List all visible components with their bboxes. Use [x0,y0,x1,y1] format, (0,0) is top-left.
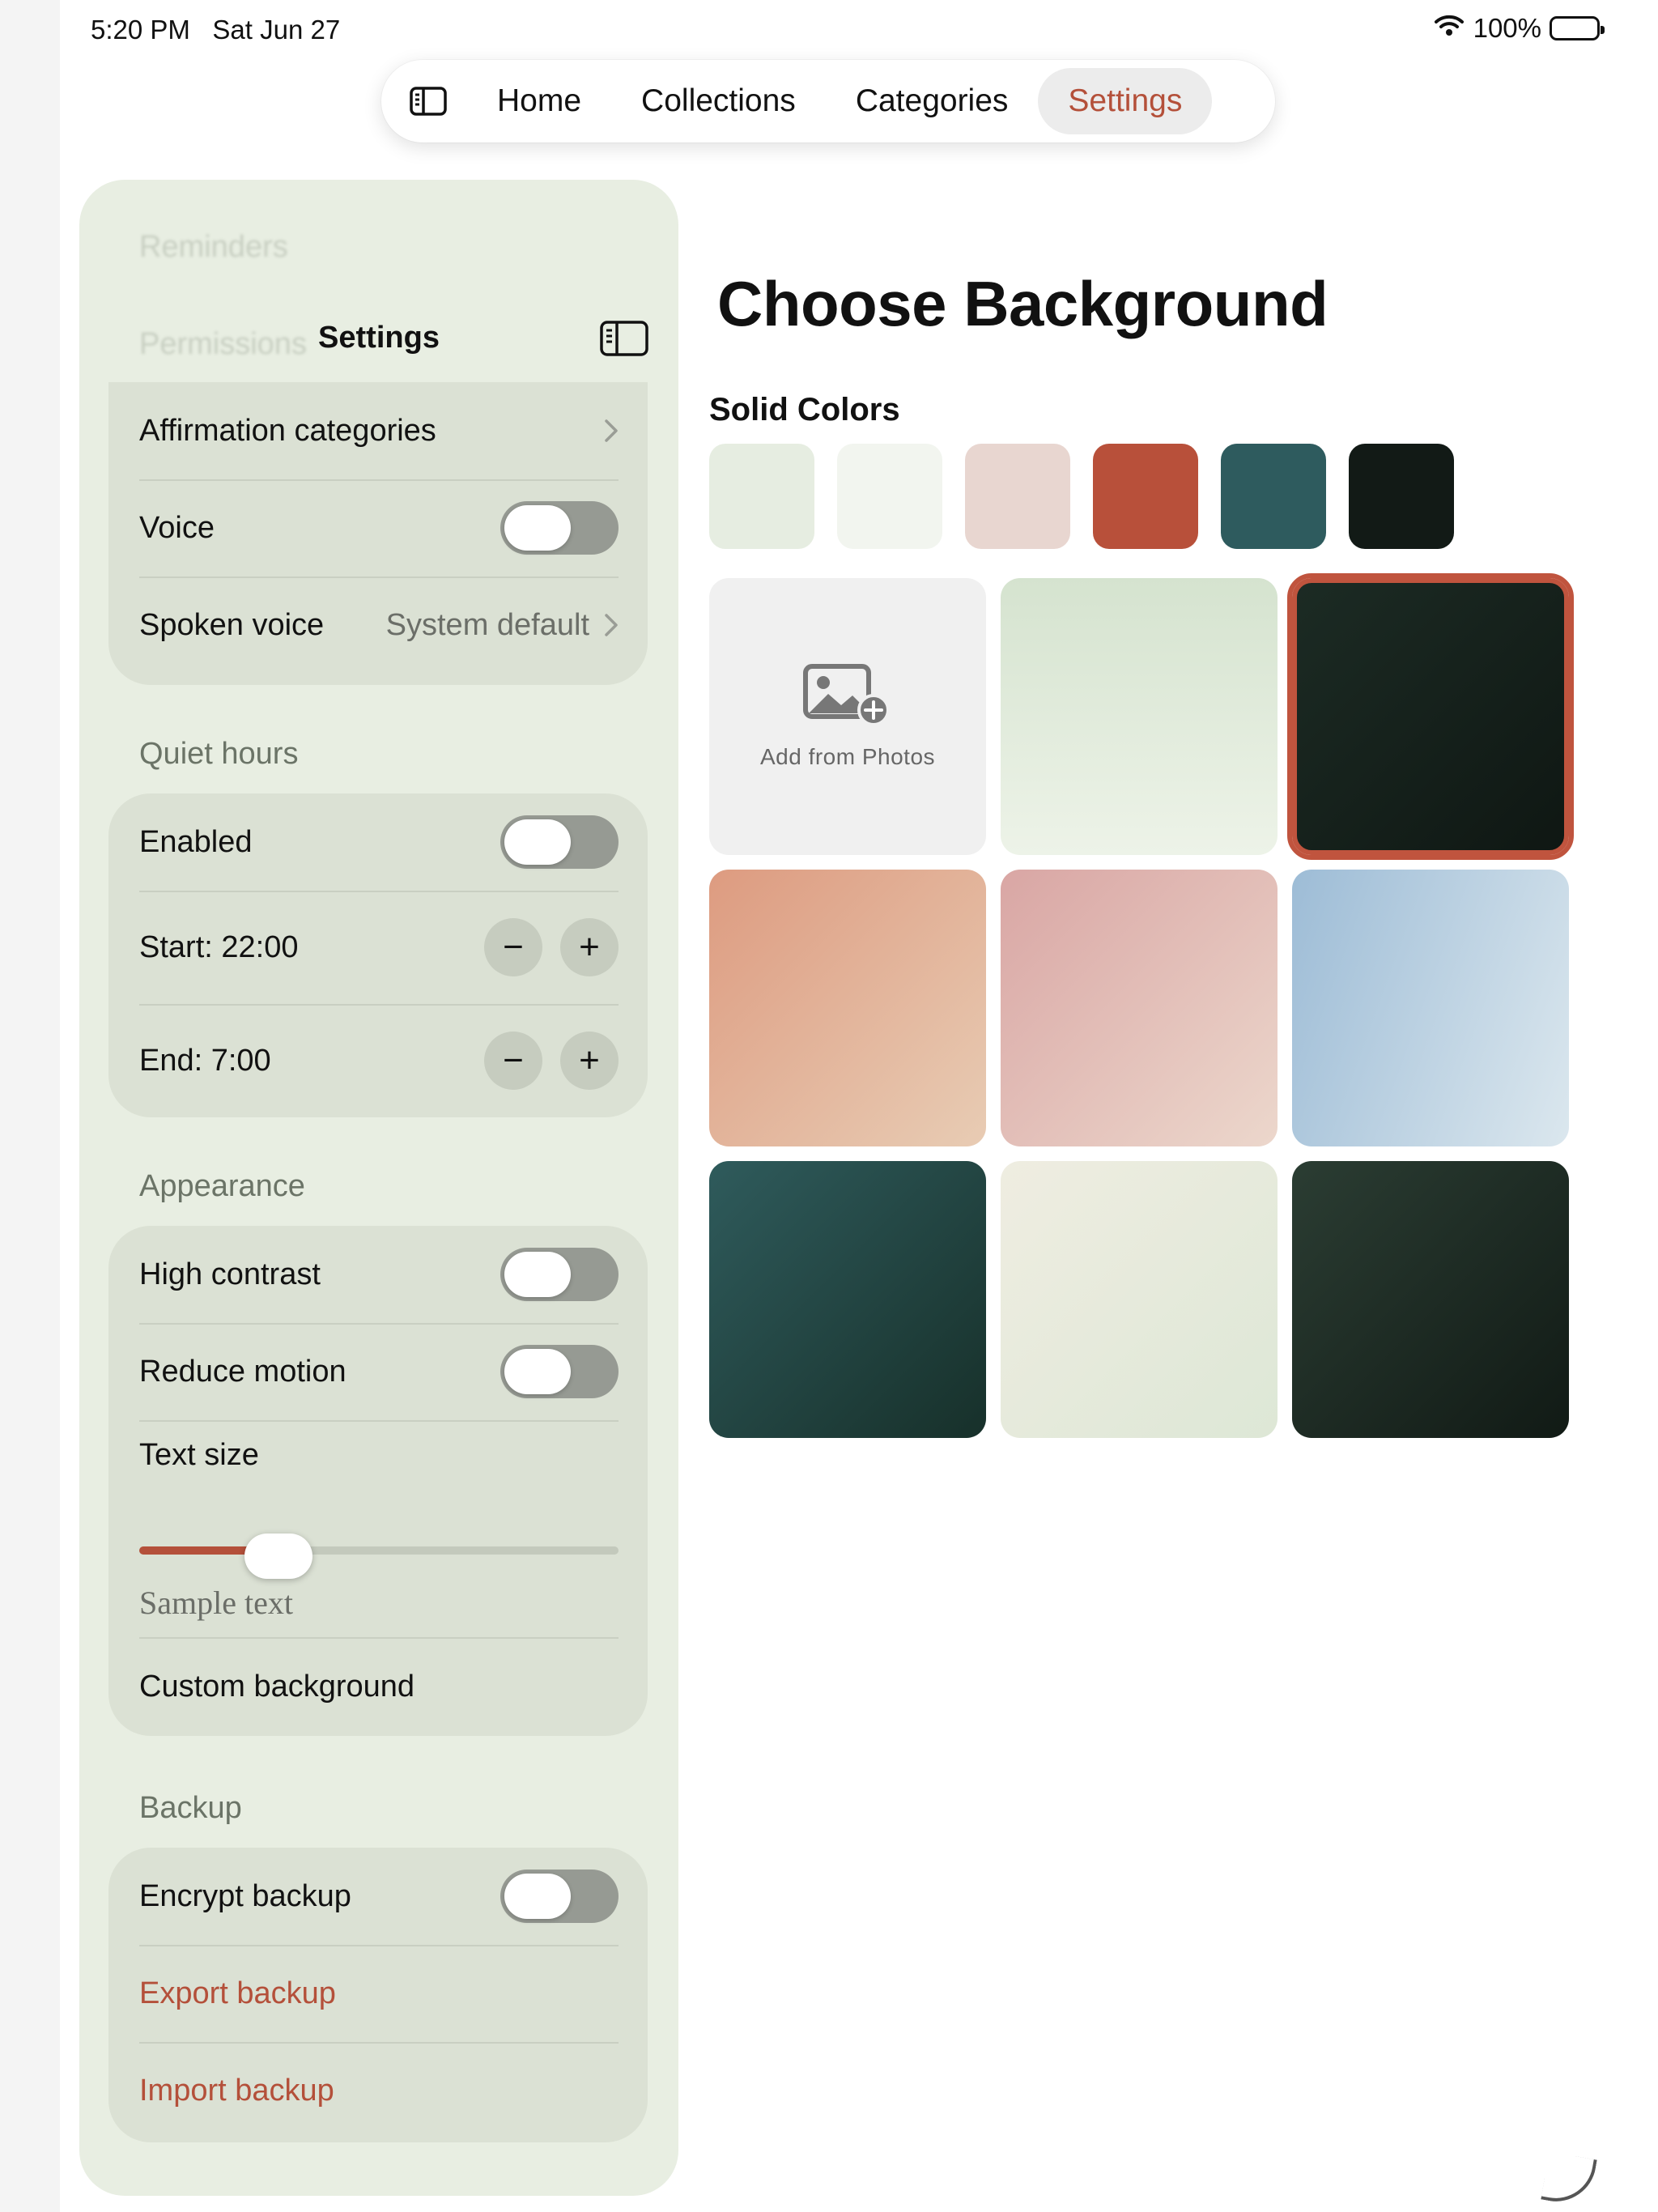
gradient-tile[interactable] [1001,870,1278,1146]
status-indicators: 100% [1433,13,1605,44]
add-from-photos-label: Add from Photos [759,744,936,769]
page-title: Choose Background [717,268,1329,339]
add-from-photos-button[interactable]: Add from Photos [709,578,986,855]
battery-icon [1550,16,1605,40]
encrypt-backup-toggle[interactable] [500,1870,619,1923]
gradient-tile[interactable] [1001,1161,1278,1438]
end-increment-button[interactable]: + [560,1032,619,1090]
resize-handle-icon[interactable] [1541,2151,1597,2208]
gradient-tile-selected[interactable] [1287,573,1574,860]
high-contrast-row: High contrast [108,1226,648,1323]
sidebar-collapse-icon[interactable] [599,319,649,362]
gradient-tile[interactable] [709,1161,986,1438]
top-tab-bar: Home Collections Categories Settings [381,60,1275,143]
gradient-tile[interactable] [1292,870,1569,1146]
quiet-hours-header: Quiet hours [139,737,299,771]
end-decrement-button[interactable]: − [484,1032,542,1090]
custom-background-label: Custom background [139,1669,415,1704]
reduce-motion-toggle[interactable] [500,1345,619,1398]
reduce-motion-label: Reduce motion [139,1354,346,1389]
custom-background-row[interactable]: Custom background [108,1637,648,1736]
voice-toggle[interactable] [500,501,619,555]
solid-color-swatch[interactable] [1221,444,1326,549]
wifi-icon [1433,13,1465,44]
spoken-voice-row[interactable]: Spoken voice System default [108,576,648,674]
window-gutter [0,0,60,2212]
start-decrement-button[interactable]: − [484,918,542,976]
encrypt-backup-label: Encrypt backup [139,1878,351,1913]
start-time-label: Start: 22:00 [139,929,299,964]
gradient-tile[interactable] [709,870,986,1146]
end-time-row: End: 7:00 − + [108,1004,648,1117]
text-size-label: Text size [139,1438,259,1472]
chevron-right-icon [605,614,618,636]
encrypt-backup-row: Encrypt backup [108,1848,648,1945]
sidebar-header: Settings [79,301,678,382]
sidebar-title: Settings [318,321,440,355]
gradient-tile[interactable] [1292,1161,1569,1438]
date: Sat Jun 27 [212,15,341,45]
affirmation-categories-row[interactable]: Affirmation categories [108,382,648,479]
quiet-hours-enabled-row: Enabled [108,793,648,891]
general-settings-group: Affirmation categories Voice Spoken voic… [108,382,648,685]
enabled-label: Enabled [139,824,253,859]
chevron-right-icon [605,419,618,442]
quiet-hours-group: Enabled Start: 22:00 − + End: 7:00 − + [108,793,648,1117]
backup-group: Encrypt backup Export backup Import back… [108,1848,648,2142]
appearance-group: High contrast Reduce motion Text size Sa… [108,1226,648,1736]
sample-text: Sample text [139,1585,293,1621]
solid-color-swatch[interactable] [837,444,942,549]
battery-percent: 100% [1473,13,1541,43]
tab-categories[interactable]: Categories [826,68,1039,134]
start-increment-button[interactable]: + [560,918,619,976]
status-time: 5:20 PM Sat Jun 27 [91,15,340,45]
text-size-row: Text size Sample text [108,1420,648,1637]
end-time-label: End: 7:00 [139,1043,271,1078]
high-contrast-label: High contrast [139,1257,321,1291]
tab-home[interactable]: Home [467,68,611,134]
text-size-slider[interactable] [139,1546,619,1555]
clock: 5:20 PM [91,15,190,45]
voice-row: Voice [108,479,648,576]
voice-label: Voice [139,510,215,545]
tab-collections[interactable]: Collections [611,68,826,134]
solid-color-swatch[interactable] [1093,444,1198,549]
spoken-voice-label: Spoken voice [139,607,325,642]
solid-color-swatch[interactable] [1349,444,1454,549]
backup-header: Backup [139,1791,242,1825]
photo-add-icon [803,664,890,726]
tab-settings[interactable]: Settings [1038,68,1213,134]
import-backup-button[interactable]: Import backup [108,2042,648,2139]
solid-color-swatch[interactable] [965,444,1070,549]
quiet-hours-toggle[interactable] [500,815,619,869]
text-size-slider-thumb[interactable] [244,1534,312,1579]
high-contrast-toggle[interactable] [500,1248,619,1301]
scrolled-item-reminders: Reminders [139,230,288,264]
affirmation-categories-label: Affirmation categories [139,413,436,448]
sidebar-toggle-icon[interactable] [389,68,467,134]
solid-colors-header: Solid Colors [709,392,900,428]
reduce-motion-row: Reduce motion [108,1323,648,1420]
solid-color-swatch[interactable] [709,444,814,549]
spoken-voice-value: System default [385,607,589,642]
appearance-header: Appearance [139,1169,305,1203]
background-grid: Add from Photos [709,573,1574,1438]
export-backup-button[interactable]: Export backup [108,1945,648,2042]
solid-color-swatches [709,444,1454,549]
gradient-tile[interactable] [1001,578,1278,855]
settings-sidebar: Reminders Permissions Settings Affirmati… [79,180,678,2196]
start-time-row: Start: 22:00 − + [108,891,648,1004]
